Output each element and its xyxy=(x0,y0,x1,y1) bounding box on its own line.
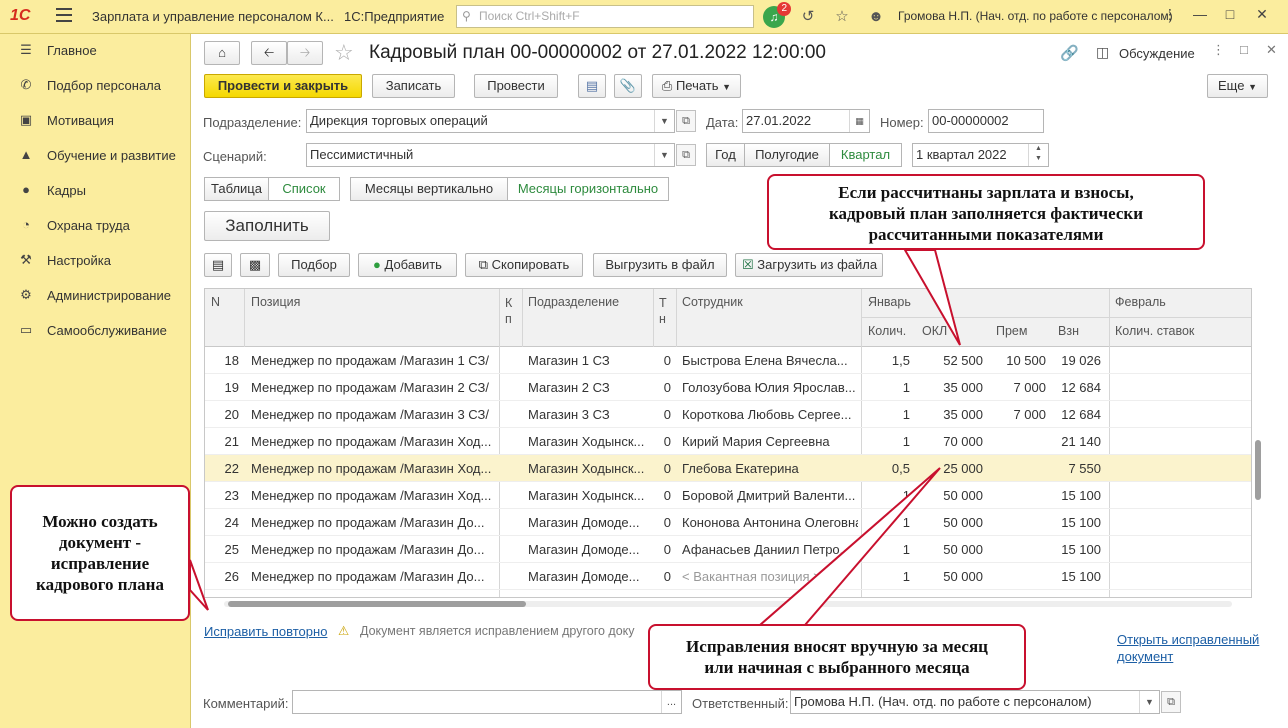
callout-text: Можно создать xyxy=(42,512,158,531)
top-callout-pointer xyxy=(903,249,961,346)
callout-text: рассчитанными показателями xyxy=(868,225,1104,244)
callout-text: исправление xyxy=(50,554,150,573)
callout-bottom: Исправления вносят вручную за месяц или … xyxy=(648,624,1026,690)
callout-text: или начиная с выбранного месяца xyxy=(704,658,970,677)
bottom-callout-pointer xyxy=(757,467,941,626)
callout-text: кадрового плана xyxy=(36,575,164,594)
left-callout-pointer xyxy=(189,559,209,611)
callout-left: Можно создать документ - исправление кад… xyxy=(10,485,190,621)
callout-top: Если рассчитнаны зарплата и взносы, кадр… xyxy=(767,174,1205,250)
callout-text: Если рассчитнаны зарплата и взносы, xyxy=(838,183,1134,202)
annotation-arrows xyxy=(189,249,961,626)
callout-text: документ - xyxy=(58,533,142,552)
callout-text: кадровый план заполняется фактически xyxy=(828,204,1144,223)
callout-text: Исправления вносят вручную за месяц xyxy=(686,637,988,656)
